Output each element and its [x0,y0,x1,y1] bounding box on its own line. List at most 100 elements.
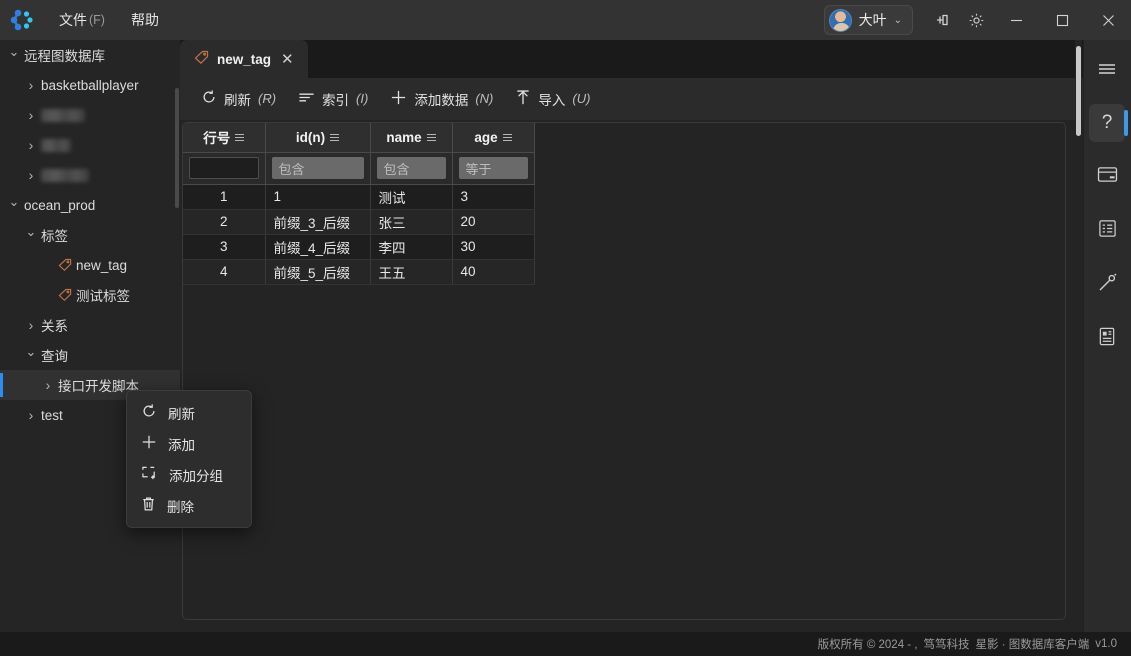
context-menu-item-add[interactable]: 添加 [127,428,251,459]
table-cell-id(n)[interactable]: 前缀_5_后缀 [265,259,371,285]
sidebar-tree[interactable]: 远程图数据库 basketballplayer ocean_prod 标签 new_ta… [0,40,180,632]
content-scrollbar[interactable] [1075,40,1082,632]
row-number-cell[interactable]: 4 [183,259,266,285]
context-menu[interactable]: 刷新 添加 添加分组 删除 [126,390,252,528]
column-header-age[interactable]: age [452,123,535,153]
footer-version: v1.0 [1095,638,1117,650]
sidebar-item-redacted-2[interactable] [0,100,180,130]
column-header-id(n)[interactable]: id(n) [265,123,371,153]
chevron-down-icon[interactable] [23,347,39,363]
table-cell-age[interactable]: 20 [452,209,535,235]
table-cell-age[interactable]: 30 [452,234,535,260]
card-icon[interactable] [1083,154,1131,200]
magic-wand-icon[interactable] [1083,262,1131,308]
chevron-right-icon[interactable] [23,137,39,153]
add-data-button[interactable]: 添加数据 (N) [381,84,502,114]
filter-input-age[interactable]: 等于 [458,157,528,179]
table-cell-name[interactable]: 测试 [370,184,453,210]
hamburger-menu-icon[interactable] [1083,48,1131,94]
chevron-down-icon[interactable] [23,227,39,243]
table-cell-name[interactable]: 王五 [370,259,453,285]
table-row[interactable]: 2 前缀_3_后缀 张三 20 [183,209,1064,235]
add-group-icon [141,465,158,484]
sidebar-item-查询[interactable]: 查询 [0,340,180,370]
sidebar-item-远程图数据库[interactable]: 远程图数据库 [0,40,180,70]
column-header-name[interactable]: name [370,123,453,153]
sidebar-item-basketballplayer[interactable]: basketballplayer [0,70,180,100]
refresh-button[interactable]: 刷新 (R) [192,84,285,114]
row-number-cell[interactable]: 3 [183,234,266,260]
table-cell-id(n)[interactable]: 前缀_3_后缀 [265,209,371,235]
filter-cell-spacer [534,152,1064,184]
context-menu-item-add-group[interactable]: 添加分组 [127,459,251,490]
data-grid[interactable]: 行号 id(n) name age 包含 包含 等于 1 1 测试 3 2 前缀_3_后缀 张三 20 3 前… [182,122,1066,620]
index-label: 索引 [322,92,350,108]
sidebar-item-标签[interactable]: 标签 [0,220,180,250]
table-cell-name[interactable]: 张三 [370,209,453,235]
chevron-right-icon[interactable] [40,377,56,393]
tab-new-tag[interactable]: new_tag ✕ [180,40,308,78]
sidebar-item-redacted-3[interactable] [0,130,180,160]
document-icon[interactable] [1083,316,1131,362]
column-menu-icon[interactable] [502,133,512,142]
table-row[interactable]: 4 前缀_5_后缀 王五 40 [183,259,1064,285]
sidebar-item-label: ocean_prod [24,197,96,213]
minimize-icon[interactable] [993,0,1039,40]
sidebar-item-测试标签[interactable]: 测试标签 [0,280,180,310]
table-cell-age[interactable]: 3 [452,184,535,210]
row-number-cell[interactable]: 1 [183,184,266,210]
maximize-icon[interactable] [1039,0,1085,40]
column-menu-icon[interactable] [235,133,245,142]
context-menu-item-delete[interactable]: 删除 [127,490,251,521]
refresh-key: (R) [258,91,277,106]
plus-icon [141,434,157,453]
table-cell-id(n)[interactable]: 1 [265,184,371,210]
import-button[interactable]: 导入 (U) [506,84,599,114]
table-cell-id(n)[interactable]: 前缀_4_后缀 [265,234,371,260]
filter-cell-id(n)[interactable]: 包含 [265,152,371,185]
filter-input-name[interactable]: 包含 [376,157,446,179]
tab-close-icon[interactable]: ✕ [279,50,296,68]
close-icon[interactable] [1085,0,1131,40]
table-cell-name[interactable]: 李四 [370,234,453,260]
user-menu-button[interactable]: 大叶 ⌄ [823,5,913,35]
table-row[interactable]: 1 1 测试 3 [183,184,1064,210]
menu-file[interactable]: 文件 (F) [46,0,118,40]
chevron-down-icon[interactable] [6,197,22,213]
help-icon[interactable]: ? [1083,100,1131,146]
filter-cell-行号[interactable] [183,152,266,185]
filter-input-行号[interactable] [189,157,259,179]
sidebar-item-关系[interactable]: 关系 [0,310,180,340]
table-cell-spacer [534,234,1064,259]
table-header-row: 行号 id(n) name age [183,123,1064,153]
chevron-right-icon[interactable] [23,77,39,93]
chevron-right-icon[interactable] [23,167,39,183]
column-menu-icon[interactable] [426,133,436,142]
table-row[interactable]: 3 前缀_4_后缀 李四 30 [183,234,1064,260]
chevron-right-icon[interactable] [23,107,39,123]
context-menu-item-refresh[interactable]: 刷新 [127,397,251,428]
tag-icon [56,288,74,302]
footer-copyright: 版权所有 © 2024 - , [817,639,918,651]
row-number-cell[interactable]: 2 [183,209,266,235]
chevron-down-icon[interactable] [6,47,22,63]
menu-help[interactable]: 帮助 [118,0,172,40]
filter-cell-name[interactable]: 包含 [370,152,453,185]
column-header-行号[interactable]: 行号 [183,123,266,153]
table-cell-age[interactable]: 40 [452,259,535,285]
filter-cell-age[interactable]: 等于 [452,152,535,185]
chevron-right-icon[interactable] [23,407,39,423]
pin-icon[interactable] [925,0,959,40]
sidebar-scrollbar[interactable] [175,88,179,208]
column-menu-icon[interactable] [330,133,340,142]
list-detail-icon[interactable] [1083,208,1131,254]
tag-icon [56,258,74,272]
settings-gear-icon[interactable] [959,0,993,40]
sidebar-item-redacted-4[interactable] [0,160,180,190]
filter-input-id(n)[interactable]: 包含 [271,157,364,179]
content-scroll-thumb[interactable] [1076,46,1081,136]
sidebar-item-new_tag[interactable]: new_tag [0,250,180,280]
index-button[interactable]: 索引 (I) [289,84,377,114]
chevron-right-icon[interactable] [23,317,39,333]
sidebar-item-ocean_prod[interactable]: ocean_prod [0,190,180,220]
